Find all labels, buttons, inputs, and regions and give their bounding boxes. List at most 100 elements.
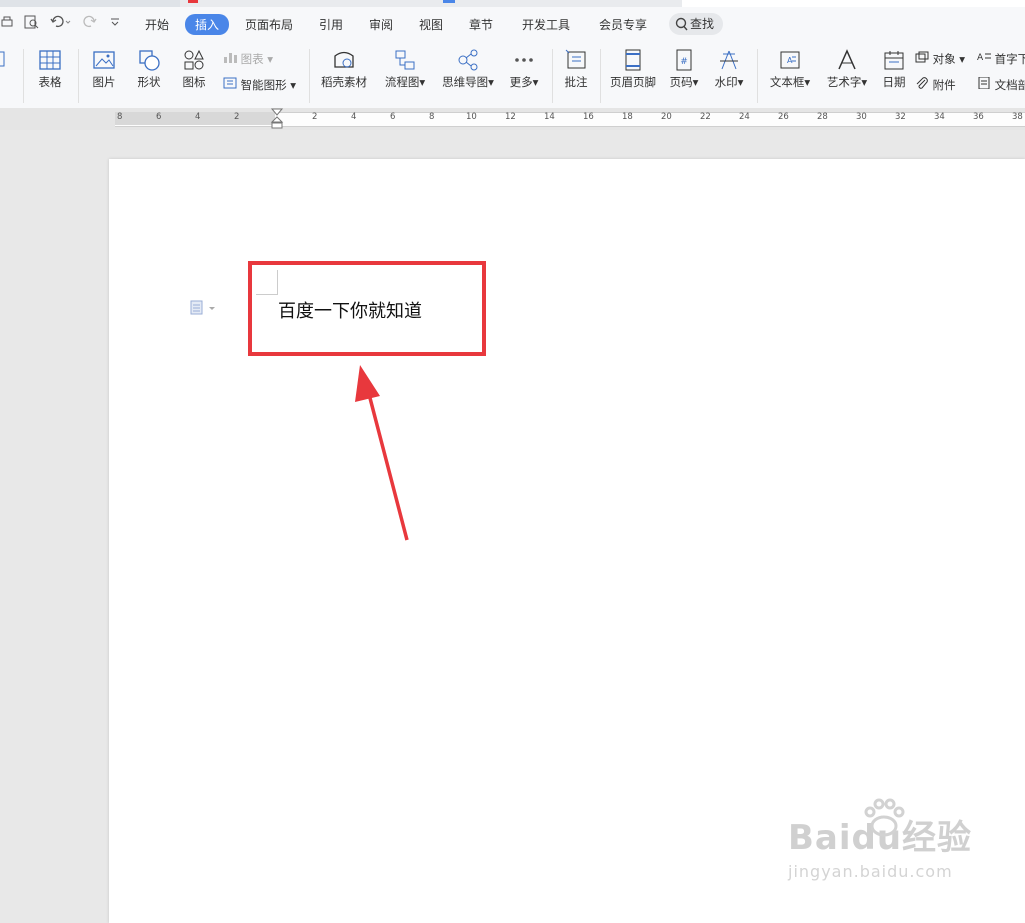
- icon-tool[interactable]: 图标: [176, 48, 212, 90]
- table-label: 表格: [38, 75, 62, 89]
- ruler-number: 36: [973, 112, 984, 122]
- comment-tool[interactable]: 批注: [560, 48, 592, 90]
- docpart-icon: [978, 76, 990, 90]
- ruler-number: 26: [778, 112, 789, 122]
- tab-developer[interactable]: 开发工具: [522, 16, 570, 33]
- divider: [552, 49, 553, 103]
- watermark-icon: [720, 50, 738, 70]
- picture-tool[interactable]: 图片: [86, 48, 122, 90]
- tab-insert[interactable]: 插入: [185, 14, 230, 35]
- mindmap-tool[interactable]: 思维导图▾: [438, 48, 498, 90]
- paw-icon: [864, 798, 905, 837]
- divider: [757, 49, 758, 103]
- docer-material-tool[interactable]: 稻壳素材: [318, 48, 370, 90]
- smart-graphic-tool[interactable]: 智能图形 ▾: [223, 77, 296, 93]
- attachment-label: 附件: [932, 78, 956, 92]
- dropcap-icon: A: [977, 53, 991, 63]
- wordart-tool[interactable]: 艺术字▾: [823, 48, 871, 90]
- dropcap-label: 首字下沉: [994, 52, 1025, 66]
- more-label: 更多▾: [509, 75, 539, 89]
- textbox-tool[interactable]: A 文本框▾: [766, 48, 814, 90]
- ruler-number: 16: [583, 112, 594, 122]
- ruler-number: 32: [895, 112, 906, 122]
- tab-chapter[interactable]: 章节: [469, 16, 493, 33]
- object-icon: [915, 51, 929, 63]
- tab-view[interactable]: 视图: [419, 16, 443, 33]
- ruler-number: 8: [117, 112, 123, 122]
- table-icon: [39, 50, 61, 70]
- shape-tool[interactable]: 形状: [131, 48, 167, 90]
- ruler-number: 10: [466, 112, 477, 122]
- ruler-number: 30: [856, 112, 867, 122]
- insert-ribbon: 表格 图片 形状 图标 图表 ▾ 智能图形 ▾ 稻壳素材 流程图▾ 思维导图▾ …: [0, 43, 1025, 109]
- tab-member[interactable]: 会员专享: [599, 16, 647, 33]
- chart-icon: [224, 53, 237, 63]
- header-footer-icon: [625, 49, 641, 71]
- smart-graphic-label: 智能图形: [240, 78, 287, 92]
- arrow-icon: [355, 365, 409, 541]
- wordart-icon: [838, 49, 856, 70]
- horizontal-ruler[interactable]: 8 6 4 2 2 4 6 8 10 12 14 16 18 20 22 24 26 28 30 32 34 36 38: [0, 108, 1025, 130]
- tab-references[interactable]: 引用: [319, 16, 343, 33]
- print-preview-icon[interactable]: [24, 15, 40, 33]
- ruler-number: 12: [505, 112, 516, 122]
- chart-tool[interactable]: 图表 ▾: [223, 51, 273, 67]
- ruler-number: 20: [661, 112, 672, 122]
- shape-label: 形状: [137, 75, 161, 89]
- indent-marker-icon[interactable]: [270, 108, 284, 130]
- wordart-label: 艺术字▾: [826, 75, 868, 89]
- textbox-icon: A: [780, 51, 800, 69]
- page-number-tool[interactable]: # 页码▾: [666, 48, 702, 90]
- ruler-number: 34: [934, 112, 945, 122]
- object-tool[interactable]: 对象 ▾: [915, 51, 965, 67]
- divider: [23, 49, 24, 103]
- ruler-number: 18: [622, 112, 633, 122]
- shape-icon: [139, 50, 160, 71]
- baidu-watermark: Baidu经验 jingyan.baidu.com: [788, 798, 972, 881]
- divider: [309, 49, 310, 103]
- dropcap-tool[interactable]: A 首字下沉: [977, 51, 1025, 67]
- cover-page-tool[interactable]: [0, 48, 8, 70]
- ruler-number: 38: [1012, 112, 1023, 122]
- paragraph-options-icon[interactable]: [190, 300, 218, 320]
- watermark-url: jingyan.baidu.com: [788, 862, 953, 881]
- docer-icon: [334, 51, 354, 68]
- date-tool[interactable]: 日期: [879, 48, 909, 90]
- ruler-number: 2: [312, 112, 318, 122]
- ruler-number: 6: [390, 112, 396, 122]
- ruler-number: 8: [429, 112, 435, 122]
- flowchart-icon: [395, 50, 415, 70]
- flowchart-label: 流程图▾: [384, 75, 426, 89]
- icons-icon: [184, 49, 204, 70]
- tab-page-layout[interactable]: 页面布局: [245, 16, 293, 33]
- search-label: 查找: [690, 17, 715, 31]
- redo-icon[interactable]: [82, 15, 104, 33]
- page-number-icon: #: [676, 49, 692, 71]
- table-tool[interactable]: 表格: [32, 48, 68, 90]
- more-tool[interactable]: 更多▾: [506, 48, 542, 90]
- print-icon[interactable]: [0, 15, 14, 33]
- customize-quick-access-icon[interactable]: [110, 15, 120, 33]
- tab-home[interactable]: 开始: [145, 16, 169, 33]
- ruler-number: 28: [817, 112, 828, 122]
- undo-icon[interactable]: [50, 15, 72, 33]
- docpart-tool[interactable]: 文档部件: [977, 76, 1025, 93]
- mindmap-icon: [458, 49, 478, 71]
- header-footer-tool[interactable]: 页眉页脚: [607, 48, 659, 90]
- search-button[interactable]: 查找: [669, 13, 723, 35]
- picture-icon: [93, 51, 115, 69]
- divider: [600, 49, 601, 103]
- svg-text:#: #: [680, 57, 688, 67]
- page-number-label: 页码▾: [669, 75, 699, 89]
- icon-label: 图标: [182, 75, 206, 89]
- docer-material-label: 稻壳素材: [321, 75, 367, 89]
- comment-icon: [565, 49, 586, 69]
- menu-bar: 开始 插入 页面布局 引用 审阅 视图 章节 开发工具 会员专享 查找: [0, 7, 1025, 43]
- flowchart-tool[interactable]: 流程图▾: [381, 48, 429, 90]
- watermark-label: 水印▾: [714, 75, 744, 89]
- tab-strip: [0, 0, 1025, 7]
- attachment-tool[interactable]: 附件: [915, 77, 956, 93]
- watermark-tool[interactable]: 水印▾: [711, 48, 747, 90]
- tab-review[interactable]: 审阅: [369, 16, 393, 33]
- picture-label: 图片: [92, 75, 116, 89]
